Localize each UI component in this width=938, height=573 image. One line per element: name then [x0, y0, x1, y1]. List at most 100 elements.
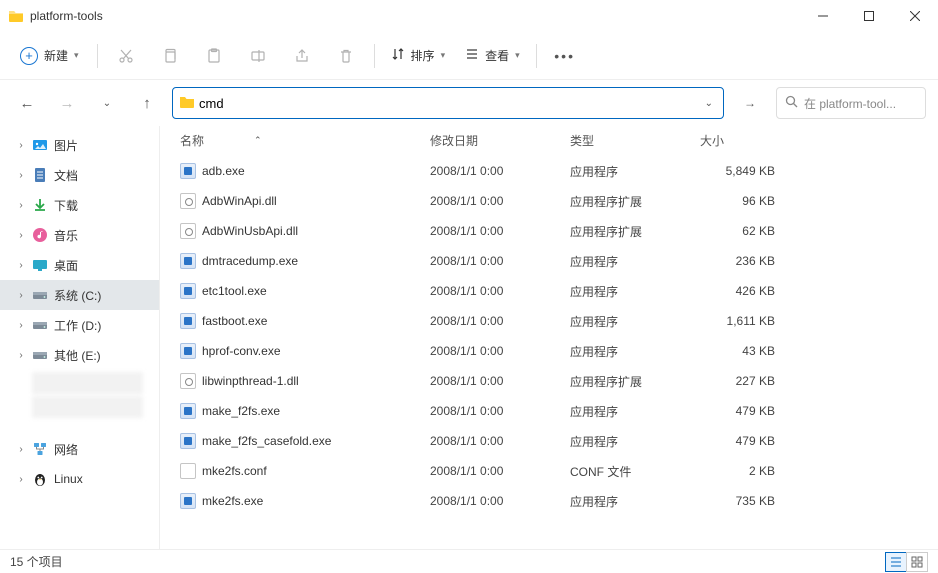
sidebar-item[interactable]: › 音乐	[0, 220, 159, 250]
file-size: 735 KB	[700, 494, 775, 508]
file-date: 2008/1/1 0:00	[430, 194, 570, 208]
view-toggle	[885, 552, 928, 572]
cut-button[interactable]	[106, 38, 146, 74]
more-button[interactable]: •••	[545, 38, 585, 74]
file-size: 2 KB	[700, 464, 775, 478]
new-label: 新建	[44, 47, 68, 64]
file-row[interactable]: hprof-conv.exe 2008/1/1 0:00 应用程序 43 KB	[160, 336, 938, 366]
file-size: 62 KB	[700, 224, 775, 238]
recent-button[interactable]: ⌄	[92, 88, 122, 118]
sort-label: 排序	[411, 47, 435, 64]
share-button[interactable]	[282, 38, 322, 74]
file-type: 应用程序	[570, 163, 700, 180]
sort-button[interactable]: 排序 ▾	[383, 41, 454, 70]
plus-icon: +	[20, 47, 38, 65]
window-controls	[800, 0, 938, 32]
file-type: 应用程序	[570, 283, 700, 300]
file-size: 96 KB	[700, 194, 775, 208]
column-name[interactable]: 名称⌃	[180, 132, 430, 149]
details-view-button[interactable]	[885, 552, 907, 572]
file-date: 2008/1/1 0:00	[430, 224, 570, 238]
address-input[interactable]	[195, 96, 699, 111]
sidebar-item[interactable]: › 工作 (D:)	[0, 310, 159, 340]
go-button[interactable]: →	[734, 87, 766, 119]
sidebar-item[interactable]: › 文档	[0, 160, 159, 190]
paste-button[interactable]	[194, 38, 234, 74]
file-name: mke2fs.conf	[202, 464, 267, 478]
file-size: 426 KB	[700, 284, 775, 298]
sidebar-item[interactable]: › 网络	[0, 434, 159, 464]
linux-icon	[32, 471, 48, 487]
sidebar-item[interactable]: › Linux	[0, 464, 159, 494]
file-type: 应用程序扩展	[570, 373, 700, 390]
file-date: 2008/1/1 0:00	[430, 464, 570, 478]
rename-button[interactable]	[238, 38, 278, 74]
file-icon	[180, 463, 196, 479]
sidebar-item-label: 其他 (E:)	[54, 347, 101, 364]
column-size[interactable]: 大小	[700, 132, 775, 149]
file-type: 应用程序	[570, 403, 700, 420]
file-name: adb.exe	[202, 164, 245, 178]
file-row[interactable]: fastboot.exe 2008/1/1 0:00 应用程序 1,611 KB	[160, 306, 938, 336]
folder-icon	[8, 8, 24, 24]
file-name: hprof-conv.exe	[202, 344, 281, 358]
statusbar: 15 个项目	[0, 549, 938, 573]
search-box[interactable]: 在 platform-tool...	[776, 87, 926, 119]
sidebar-item-label: 系统 (C:)	[54, 287, 101, 304]
file-row[interactable]: AdbWinUsbApi.dll 2008/1/1 0:00 应用程序扩展 62…	[160, 216, 938, 246]
view-button[interactable]: 查看 ▾	[457, 41, 528, 70]
column-date[interactable]: 修改日期	[430, 132, 570, 149]
file-size: 227 KB	[700, 374, 775, 388]
copy-button[interactable]	[150, 38, 190, 74]
search-placeholder: 在 platform-tool...	[804, 95, 896, 112]
delete-button[interactable]	[326, 38, 366, 74]
file-type: 应用程序	[570, 493, 700, 510]
back-button[interactable]: ←	[12, 88, 42, 118]
new-button[interactable]: + 新建 ▾	[10, 41, 89, 71]
file-size: 236 KB	[700, 254, 775, 268]
file-type: 应用程序扩展	[570, 223, 700, 240]
sidebar-item-label: 桌面	[54, 257, 78, 274]
icons-view-button[interactable]	[906, 552, 928, 572]
file-name: etc1tool.exe	[202, 284, 267, 298]
nav-row: ← → ⌄ ↑ ⌄ → 在 platform-tool...	[0, 80, 938, 126]
file-row[interactable]: make_f2fs.exe 2008/1/1 0:00 应用程序 479 KB	[160, 396, 938, 426]
folder-icon	[179, 94, 195, 113]
file-row[interactable]: dmtracedump.exe 2008/1/1 0:00 应用程序 236 K…	[160, 246, 938, 276]
file-row[interactable]: AdbWinApi.dll 2008/1/1 0:00 应用程序扩展 96 KB	[160, 186, 938, 216]
sidebar-item[interactable]: › 图片	[0, 130, 159, 160]
file-row[interactable]: mke2fs.conf 2008/1/1 0:00 CONF 文件 2 KB	[160, 456, 938, 486]
address-bar[interactable]: ⌄	[172, 87, 724, 119]
up-button[interactable]: ↑	[132, 88, 162, 118]
docs-icon	[32, 167, 48, 183]
file-row[interactable]: etc1tool.exe 2008/1/1 0:00 应用程序 426 KB	[160, 276, 938, 306]
file-date: 2008/1/1 0:00	[430, 344, 570, 358]
file-date: 2008/1/1 0:00	[430, 254, 570, 268]
separator	[374, 44, 375, 68]
close-button[interactable]	[892, 0, 938, 32]
toolbar: + 新建 ▾ 排序 ▾ 查看 ▾ •••	[0, 32, 938, 80]
drive-icon	[32, 347, 48, 363]
sidebar-item[interactable]: › 桌面	[0, 250, 159, 280]
file-row[interactable]: libwinpthread-1.dll 2008/1/1 0:00 应用程序扩展…	[160, 366, 938, 396]
file-name: dmtracedump.exe	[202, 254, 298, 268]
maximize-button[interactable]	[846, 0, 892, 32]
file-type: 应用程序	[570, 253, 700, 270]
file-date: 2008/1/1 0:00	[430, 494, 570, 508]
forward-button[interactable]: →	[52, 88, 82, 118]
file-size: 43 KB	[700, 344, 775, 358]
sidebar-item[interactable]: › 下载	[0, 190, 159, 220]
minimize-button[interactable]	[800, 0, 846, 32]
file-date: 2008/1/1 0:00	[430, 374, 570, 388]
sidebar-item[interactable]: › 系统 (C:)	[0, 280, 159, 310]
file-row[interactable]: mke2fs.exe 2008/1/1 0:00 应用程序 735 KB	[160, 486, 938, 516]
file-row[interactable]: make_f2fs_casefold.exe 2008/1/1 0:00 应用程…	[160, 426, 938, 456]
sidebar-item-label: 工作 (D:)	[54, 317, 101, 334]
column-type[interactable]: 类型	[570, 132, 700, 149]
file-date: 2008/1/1 0:00	[430, 404, 570, 418]
sidebar-item[interactable]: › 其他 (E:)	[0, 340, 159, 370]
file-icon	[180, 343, 196, 359]
address-history-button[interactable]: ⌄	[699, 98, 719, 109]
file-row[interactable]: adb.exe 2008/1/1 0:00 应用程序 5,849 KB	[160, 156, 938, 186]
chevron-down-icon: ▾	[441, 50, 446, 61]
